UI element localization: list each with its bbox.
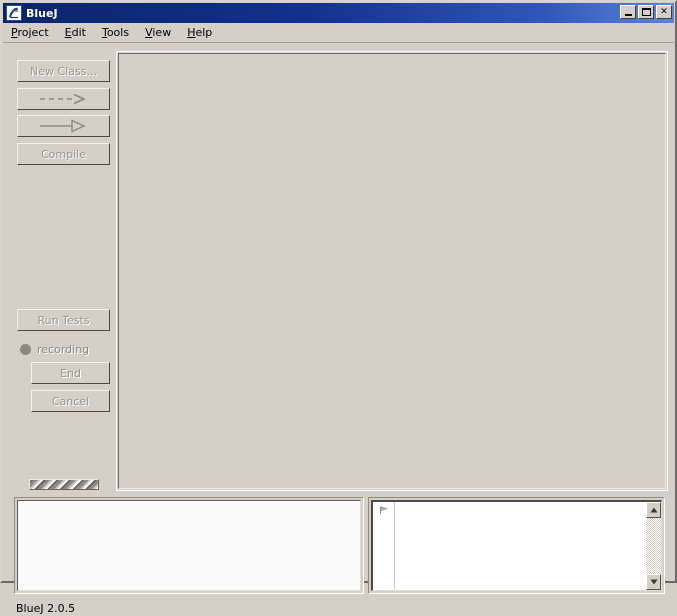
recording-indicator: recording (20, 341, 89, 357)
uses-arrow-button[interactable] (17, 88, 110, 110)
prompt-flag-icon (379, 506, 388, 515)
recording-dot-icon (20, 343, 31, 355)
run-tests-button-label: Run Tests (37, 313, 90, 327)
scroll-down-button[interactable] (646, 574, 661, 590)
title-bar[interactable]: BlueJ ✕ (3, 3, 674, 23)
run-tests-button[interactable]: Run Tests (17, 309, 110, 331)
compile-button[interactable]: Compile (17, 143, 110, 165)
bluej-logo-icon (6, 5, 22, 21)
new-class-button[interactable]: New Class... (17, 60, 110, 82)
object-bench-panel (14, 497, 364, 594)
recording-label: recording (37, 342, 90, 356)
status-text: BlueJ 2.0.5 (16, 601, 76, 615)
menu-tools-label: ools (106, 25, 130, 39)
compile-button-label: Compile (41, 147, 86, 161)
tool-sidebar: New Class... Compile Run Tests recording… (4, 44, 114, 490)
maximize-button[interactable] (638, 5, 654, 19)
class-diagram-canvas[interactable] (118, 53, 666, 489)
menu-edit[interactable]: Edit (57, 24, 94, 42)
cancel-recording-button[interactable]: Cancel (31, 390, 110, 412)
maximize-icon (639, 6, 653, 18)
menu-edit-label: dit (71, 25, 86, 39)
close-icon: ✕ (660, 6, 668, 17)
window-title: BlueJ (26, 6, 58, 20)
close-button[interactable]: ✕ (656, 5, 672, 19)
scroll-up-button[interactable] (646, 502, 661, 518)
menu-bar: Project Edit Tools View Help (3, 23, 674, 43)
triangle-up-icon (650, 507, 657, 513)
menu-project[interactable]: Project (3, 24, 57, 42)
menu-edit-mnemonic: E (64, 25, 72, 39)
end-button-label: End (60, 366, 81, 380)
menu-tools[interactable]: Tools (94, 24, 137, 42)
bluej-main-window: BlueJ ✕ Project Edit Tools View Help New… (0, 0, 677, 615)
status-bar: BlueJ 2.0.5 (16, 600, 75, 616)
menu-view[interactable]: View (137, 24, 179, 42)
minimize-icon (621, 6, 635, 18)
scrollbar-track[interactable] (646, 518, 661, 574)
main-content: New Class... Compile Run Tests recording… (4, 44, 675, 615)
uses-arrow-icon (38, 93, 90, 105)
codepad-panel (368, 497, 665, 594)
codepad-gutter (373, 502, 395, 590)
bottom-panels: BlueJ 2.0.5 (4, 453, 675, 615)
menu-project-label: roject (17, 25, 49, 39)
menu-help-label: elp (195, 25, 213, 39)
triangle-down-icon (650, 579, 657, 585)
cancel-button-label: Cancel (51, 394, 90, 408)
window-controls: ✕ (620, 5, 672, 19)
end-recording-button[interactable]: End (31, 362, 110, 384)
new-class-button-label: New Class... (30, 64, 97, 78)
class-diagram-panel (116, 51, 668, 491)
object-bench-canvas[interactable] (17, 500, 361, 591)
inherits-arrow-icon (38, 119, 90, 133)
codepad-scrollbar[interactable] (645, 502, 661, 590)
menu-view-label: iew (152, 25, 172, 39)
menu-help[interactable]: Help (179, 24, 220, 42)
inherits-arrow-button[interactable] (17, 115, 110, 137)
minimize-button[interactable] (620, 5, 636, 19)
codepad-input[interactable] (395, 502, 645, 590)
codepad-area[interactable] (371, 500, 662, 591)
